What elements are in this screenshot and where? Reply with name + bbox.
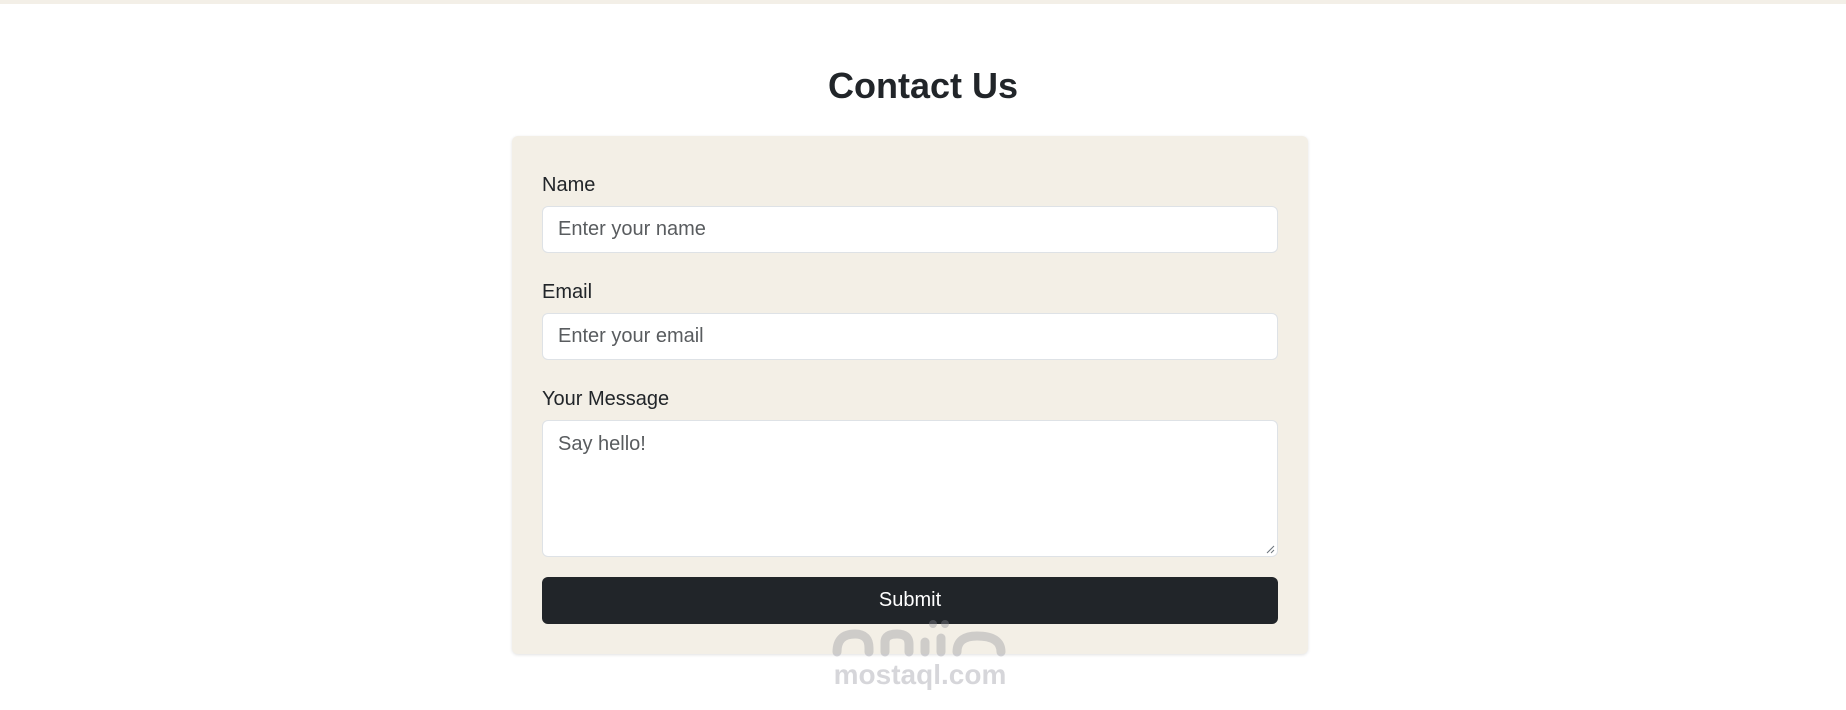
submit-button[interactable]: Submit xyxy=(542,577,1278,624)
message-textarea[interactable] xyxy=(542,420,1278,557)
name-input[interactable] xyxy=(542,206,1278,253)
mostaql-logo-icon xyxy=(832,620,1006,657)
email-input[interactable] xyxy=(542,313,1278,360)
watermark-text: mostaql.com xyxy=(833,659,1007,690)
email-label: Email xyxy=(542,281,593,303)
page-title: Contact Us xyxy=(827,65,1019,106)
resize-handle-icon[interactable] xyxy=(1265,544,1275,554)
watermark: mostaql.com xyxy=(820,618,1020,690)
contact-form: Name Email Your Message Submit xyxy=(512,136,1308,654)
message-label: Your Message xyxy=(542,388,670,410)
name-label: Name xyxy=(542,174,596,196)
top-border xyxy=(0,0,1846,4)
